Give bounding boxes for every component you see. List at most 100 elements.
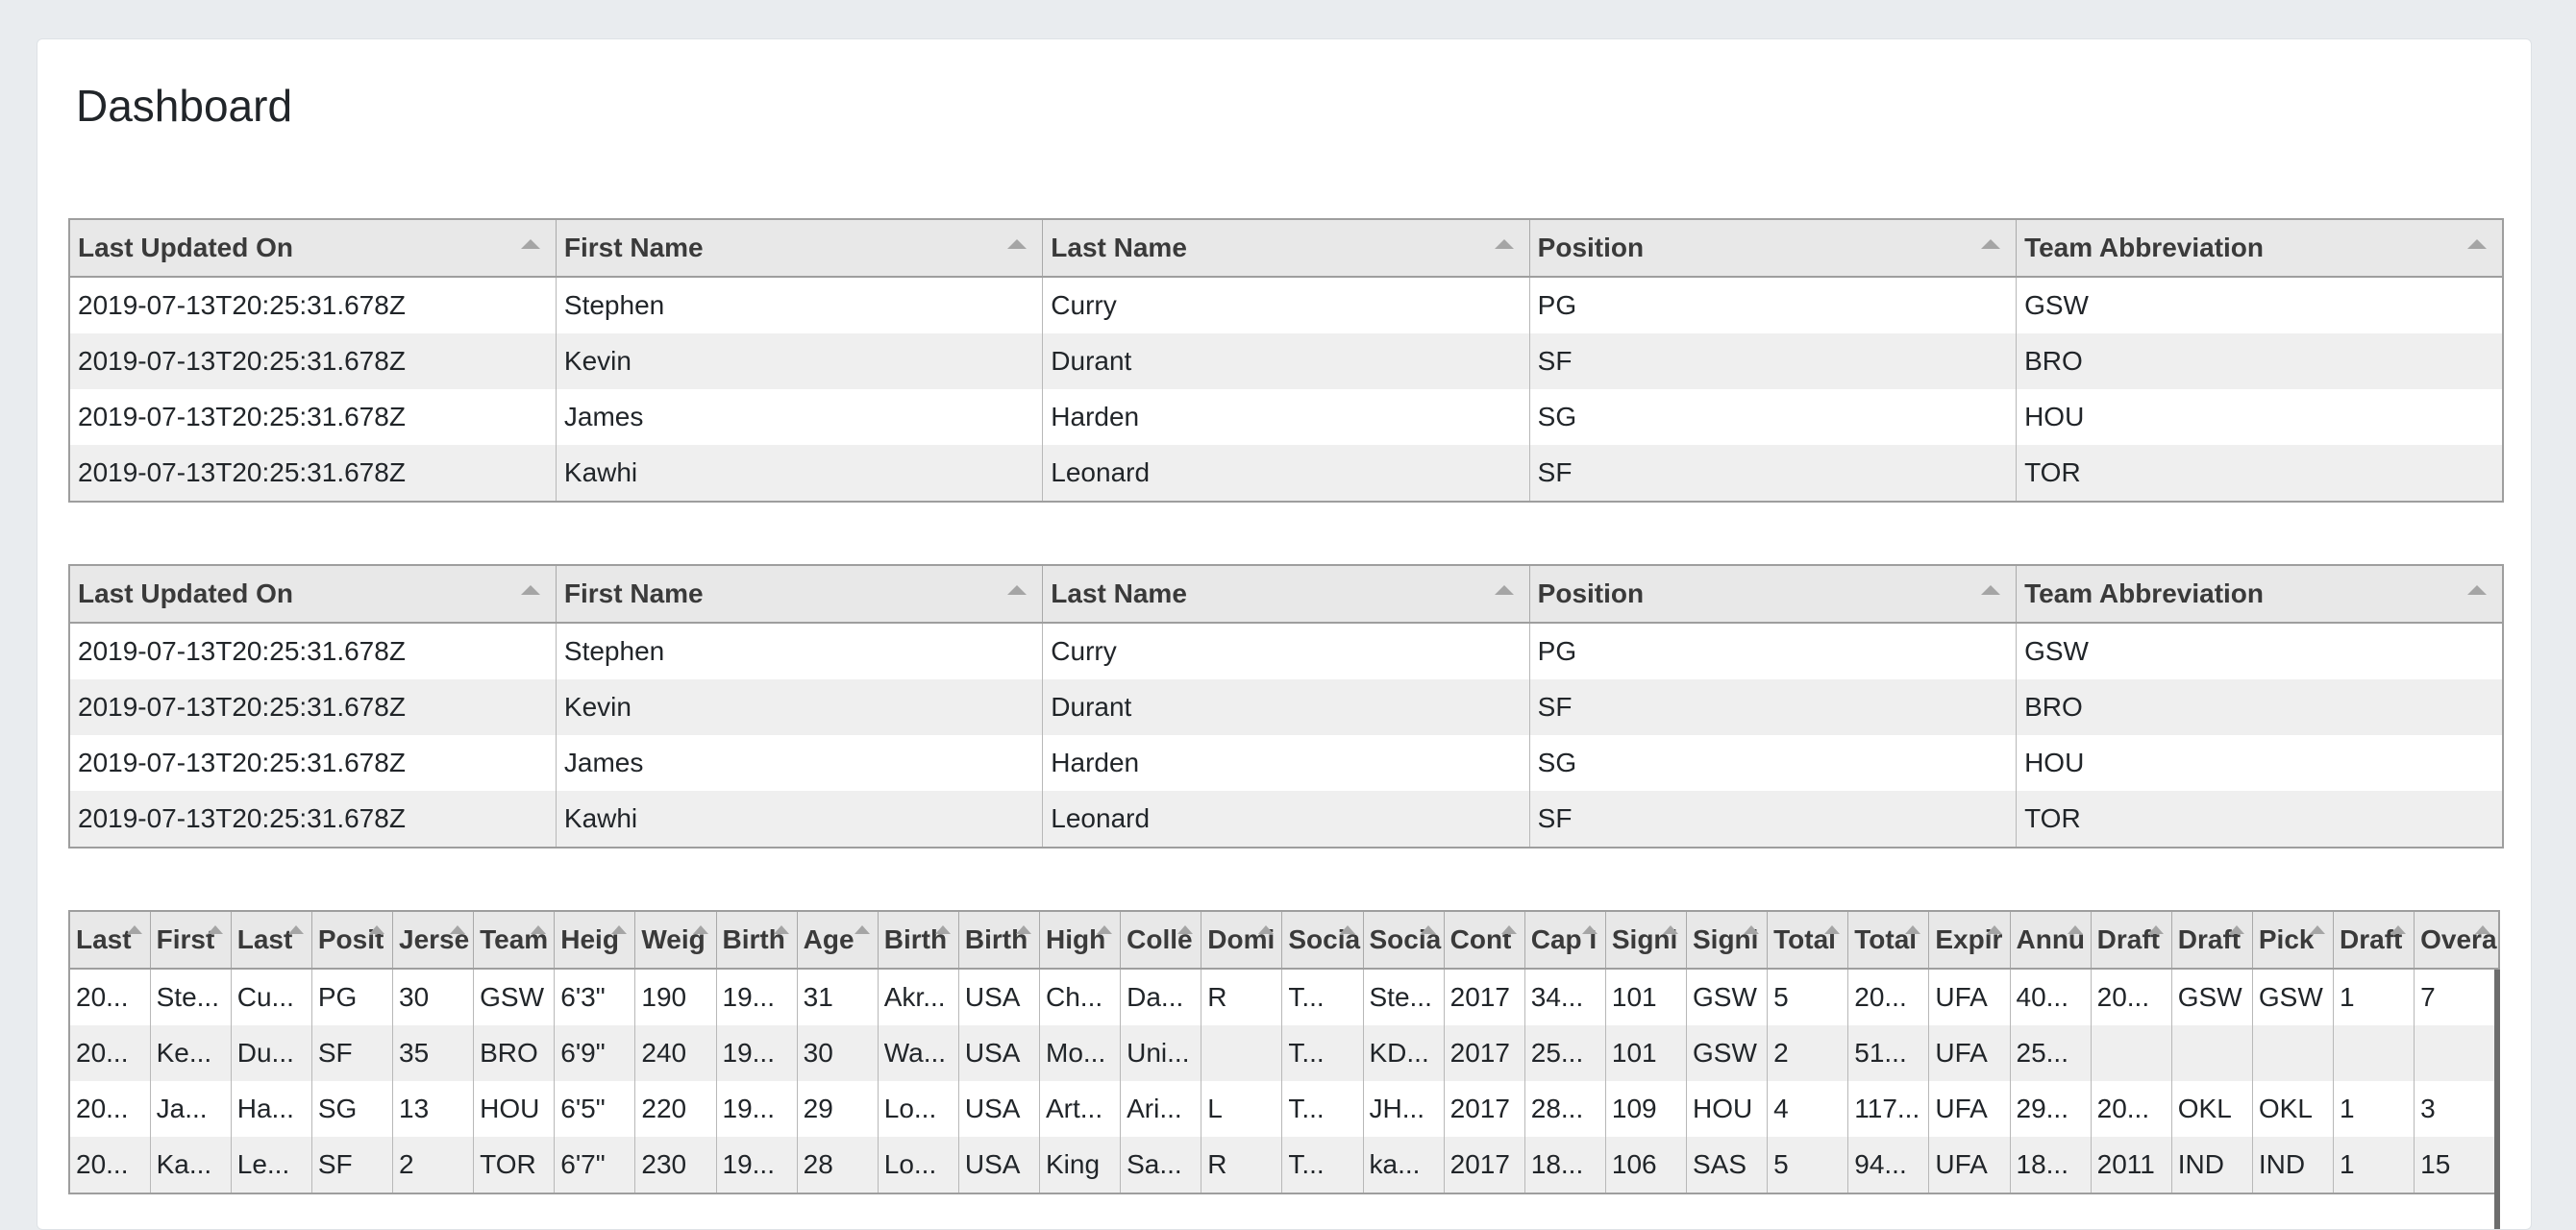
sort-ascending-icon[interactable] [1494,239,1514,249]
column-header[interactable]: Last Name [1042,564,1530,624]
sort-ascending-icon[interactable] [2467,585,2487,595]
sort-ascending-icon[interactable] [2475,925,2490,934]
sort-ascending-icon[interactable] [126,925,142,934]
column-header[interactable]: Total [1847,910,1930,970]
sort-ascending-icon[interactable] [1177,925,1194,934]
sort-ascending-icon[interactable] [207,925,223,934]
column-header[interactable]: Cap I [1523,910,1606,970]
column-header[interactable]: Posit [310,910,394,970]
sort-ascending-icon[interactable] [1420,925,1436,934]
sort-ascending-icon[interactable] [450,925,466,934]
column-header[interactable]: Last Updated On [68,218,557,278]
column-header[interactable]: First Name [555,564,1044,624]
sort-ascending-icon[interactable] [1494,585,1514,595]
column-header[interactable]: Signi [1604,910,1688,970]
sort-ascending-icon[interactable] [1744,925,1760,934]
sort-ascending-icon[interactable] [1981,239,2001,249]
column-header[interactable]: Last [68,910,151,970]
column-header[interactable]: Birth [715,910,798,970]
column-header[interactable]: Annu [2009,910,2092,970]
column-header[interactable]: Jerse [391,910,475,970]
sort-ascending-icon[interactable] [520,585,540,595]
column-header[interactable]: Expir [1928,910,2011,970]
column-header[interactable]: Draft [2170,910,2253,970]
table-row[interactable]: 2019-07-13T20:25:31.678Z Kevin Durant SF BRO [68,333,2504,389]
sort-ascending-icon[interactable] [1097,925,1113,934]
column-header[interactable]: Age [796,910,879,970]
sort-ascending-icon[interactable] [2390,925,2407,934]
sort-ascending-icon[interactable] [1824,925,1841,934]
column-header[interactable]: First [149,910,232,970]
table-cell: SF [1528,445,2018,502]
sort-ascending-icon[interactable] [1663,925,1678,934]
column-header[interactable]: Team Abbreviation [2016,218,2504,278]
column-header[interactable]: Birth [957,910,1041,970]
table-cell: 2017 [1443,1025,1525,1081]
sort-ascending-icon[interactable] [1500,925,1517,934]
sort-ascending-icon[interactable] [773,925,789,934]
table-cell [2251,1025,2335,1081]
column-header[interactable]: Overa [2414,910,2500,970]
column-header[interactable]: Team [473,910,556,970]
column-header[interactable]: Last Name [1042,218,1530,278]
table-cell: GSW [2016,277,2504,333]
column-header[interactable]: Birth [877,910,959,970]
sort-ascending-icon[interactable] [531,925,547,934]
sort-ascending-icon[interactable] [369,925,384,934]
column-header[interactable]: Draft [2090,910,2172,970]
column-header[interactable]: Team Abbreviation [2016,564,2504,624]
column-header[interactable]: Weig [634,910,717,970]
table-row[interactable]: 20... Ke... Du... SF 35 BRO 6'9" 240 19... 30 Wa..… [68,1025,2500,1081]
column-header[interactable]: Position [1528,564,2018,624]
column-header[interactable]: Last Updated On [68,564,557,624]
column-header[interactable]: Domi [1201,910,1283,970]
sort-ascending-icon[interactable] [520,239,540,249]
table-row[interactable]: 2019-07-13T20:25:31.678Z Kawhi Leonard SF TO… [68,791,2504,848]
sort-ascending-icon[interactable] [611,925,628,934]
table-row[interactable]: 20... Ja... Ha... SG 13 HOU 6'5" 220 19... 29 Lo..… [68,1081,2500,1137]
column-header[interactable]: Total [1767,910,1849,970]
table-row[interactable]: 20... Ka... Le... SF 2 TOR 6'7" 230 19... 28 Lo...… [68,1137,2500,1193]
sort-ascending-icon[interactable] [1339,925,1355,934]
sort-ascending-icon[interactable] [2467,239,2487,249]
column-header[interactable]: Last [230,910,312,970]
table-row[interactable]: 2019-07-13T20:25:31.678Z Stephen Curry PG GS… [68,277,2504,333]
column-header[interactable]: Socia [1281,910,1364,970]
sort-ascending-icon[interactable] [1905,925,1921,934]
sort-ascending-icon[interactable] [1981,585,2001,595]
column-header[interactable]: Signi [1685,910,1769,970]
sort-ascending-icon[interactable] [2310,925,2325,934]
table-row[interactable]: 2019-07-13T20:25:31.678Z Stephen Curry PG GS… [68,623,2504,679]
table-cell: 25... [2009,1025,2092,1081]
table-row[interactable]: 20... Ste... Cu... PG 30 GSW 6'3" 190 19... 31 Akr… [68,969,2500,1025]
column-header[interactable]: Heig [554,910,636,970]
sort-ascending-icon[interactable] [1016,925,1031,934]
sort-ascending-icon[interactable] [1258,925,1275,934]
sort-ascending-icon[interactable] [1986,925,2002,934]
column-header[interactable]: First Name [555,218,1044,278]
column-header[interactable]: Pick [2251,910,2335,970]
table-cell: SAS [1685,1137,1769,1193]
column-header[interactable]: Socia [1362,910,1445,970]
sort-ascending-icon[interactable] [1007,585,1028,595]
sort-ascending-icon[interactable] [1007,239,1028,249]
sort-ascending-icon[interactable] [2147,925,2164,934]
column-header[interactable]: Colle [1120,910,1202,970]
sort-ascending-icon[interactable] [287,925,304,934]
sort-ascending-icon[interactable] [2067,925,2083,934]
sort-ascending-icon[interactable] [692,925,708,934]
table-row[interactable]: 2019-07-13T20:25:31.678Z Kawhi Leonard SF TO… [68,445,2504,502]
sort-ascending-icon[interactable] [1581,925,1598,934]
table-row[interactable]: 2019-07-13T20:25:31.678Z Kevin Durant SF BRO [68,679,2504,735]
column-header[interactable]: Draft [2332,910,2415,970]
column-header[interactable]: Position [1528,218,2018,278]
table-row[interactable]: 2019-07-13T20:25:31.678Z James Harden SG HOU [68,389,2504,445]
sort-ascending-icon[interactable] [2228,925,2244,934]
table-cell: T... [1281,1025,1364,1081]
table-row[interactable]: 2019-07-13T20:25:31.678Z James Harden SG HOU [68,735,2504,791]
sort-ascending-icon[interactable] [854,925,870,934]
column-header[interactable]: High [1038,910,1122,970]
vertical-scrollbar[interactable] [2494,970,2500,1229]
sort-ascending-icon[interactable] [934,925,951,934]
column-header[interactable]: Cont [1443,910,1525,970]
